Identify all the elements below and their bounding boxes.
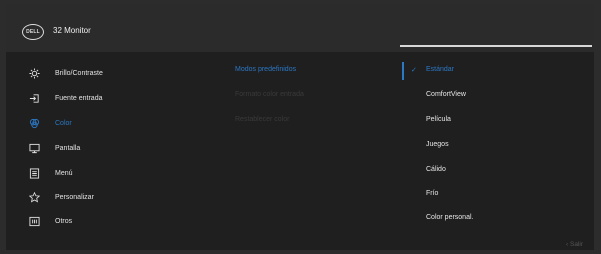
menu-label: Menú [55, 169, 73, 177]
menu-label: Otros [55, 217, 73, 225]
checkmark-icon: ✓ [411, 67, 417, 74]
others-icon [28, 215, 40, 227]
monitor-title: 32 Monitor [53, 26, 91, 35]
menu-item-otros[interactable]: Otros [28, 214, 72, 228]
exit-label: Salir [569, 241, 583, 248]
menu-label: Color [55, 119, 72, 127]
menu-label: Fuente entrada [55, 94, 103, 102]
color-palette-icon [28, 117, 40, 129]
submenu-modos-predefinidos[interactable]: Modos predefinidos [235, 66, 296, 73]
menu-label: Brillo/Contraste [55, 69, 103, 77]
star-icon [28, 191, 40, 203]
menu-item-menu[interactable]: Menú [28, 166, 73, 180]
submenu-restablecer-color: Restablecer color [235, 116, 290, 123]
option-color-personal[interactable]: Color personal. [426, 214, 473, 221]
option-estandar[interactable]: Estándar [426, 66, 454, 73]
menu-item-pantalla[interactable]: Pantalla [28, 141, 80, 155]
menu-item-fuente-entrada[interactable]: Fuente entrada [28, 91, 102, 105]
exit-button[interactable]: ‹ Salir [566, 241, 583, 248]
brightness-icon [28, 67, 40, 79]
menu-label: Pantalla [55, 144, 81, 152]
osd-window: DELL 32 Monitor Brillo/Contraste Fuente … [6, 4, 594, 250]
menu-item-personalizar[interactable]: Personalizar [28, 190, 94, 204]
menu-item-brillo-contraste[interactable]: Brillo/Contraste [28, 66, 103, 80]
header-divider [400, 45, 592, 47]
option-juegos[interactable]: Juegos [426, 141, 449, 148]
option-comfortview[interactable]: ComfortView [426, 91, 466, 98]
display-icon [28, 142, 40, 154]
menu-item-color[interactable]: Color [28, 116, 72, 130]
osd-header: DELL 32 Monitor [6, 4, 594, 52]
option-calido[interactable]: Cálido [426, 166, 446, 173]
option-frio[interactable]: Frío [426, 190, 438, 197]
option-pelicula[interactable]: Película [426, 116, 451, 123]
menu-icon [28, 167, 40, 179]
menu-label: Personalizar [55, 193, 94, 201]
input-source-icon [28, 92, 40, 104]
submenu-formato-color-entrada: Formato color entrada [235, 91, 304, 98]
selection-indicator [402, 62, 404, 80]
dell-logo: DELL [22, 24, 44, 40]
